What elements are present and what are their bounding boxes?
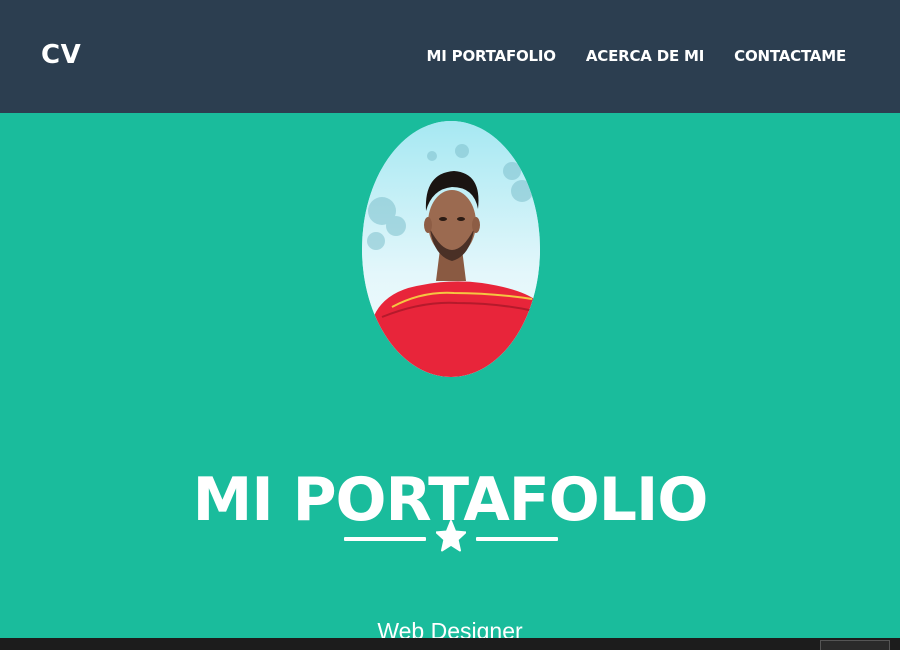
star-icon — [436, 520, 466, 552]
profile-avatar — [362, 121, 540, 377]
nav-item-acerca[interactable]: ACERCA DE MI — [586, 47, 704, 65]
page: CV MI PORTAFOLIO ACERCA DE MI CONTACTAME — [0, 0, 900, 650]
bottom-tab — [820, 640, 890, 650]
star-divider — [344, 518, 558, 558]
bottom-strip — [0, 638, 900, 650]
profile-photo — [362, 121, 540, 377]
nav-item-contactame[interactable]: CONTACTAME — [734, 47, 846, 65]
nav-menu: MI PORTAFOLIO ACERCA DE MI CONTACTAME — [427, 47, 847, 65]
divider-line-left — [344, 537, 426, 541]
navbar: CV MI PORTAFOLIO ACERCA DE MI CONTACTAME — [0, 0, 900, 113]
hero-section: MI PORTAFOLIO Web Designer — [0, 113, 900, 644]
brand-logo[interactable]: CV — [41, 40, 81, 70]
divider-line-right — [476, 537, 558, 541]
nav-item-portafolio[interactable]: MI PORTAFOLIO — [427, 47, 557, 65]
